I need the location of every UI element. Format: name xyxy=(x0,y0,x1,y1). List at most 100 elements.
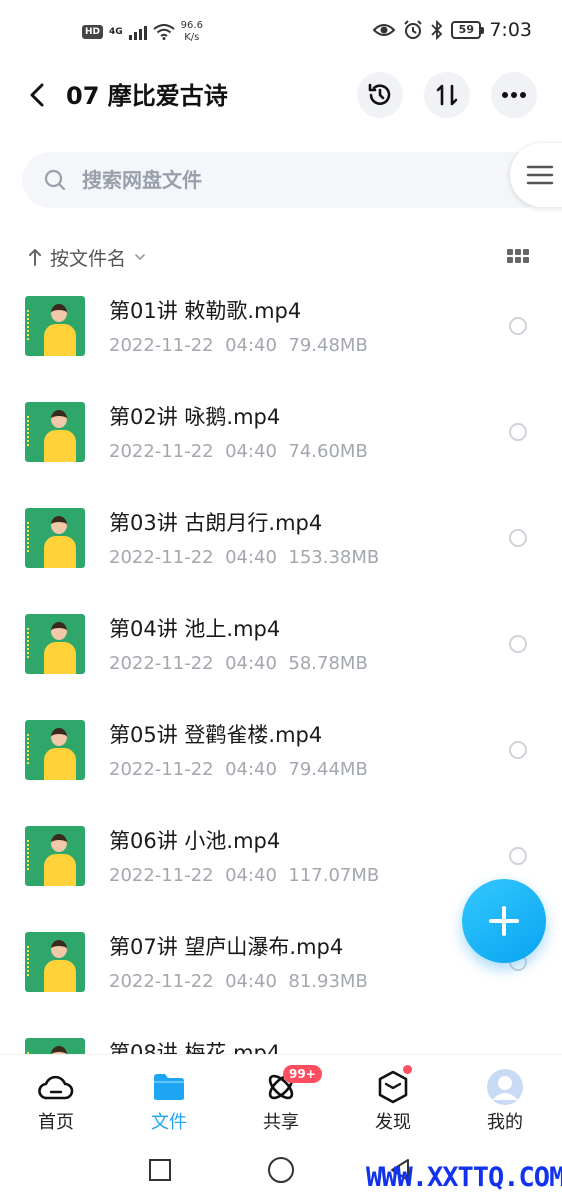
tab-discover[interactable]: 发现 xyxy=(353,1065,433,1141)
signal-icon xyxy=(128,24,147,40)
file-meta: 2022-11-22 04:40 58.78MB xyxy=(109,652,368,676)
chevron-left-icon xyxy=(30,83,44,107)
list-item[interactable]: 第01讲 敕勒歌.mp4 2022-11-22 04:40 79.48MB xyxy=(0,272,562,378)
video-thumbnail xyxy=(25,1038,85,1054)
video-thumbnail xyxy=(25,614,85,674)
list-item[interactable]: 第02讲 咏鹅.mp4 2022-11-22 04:40 74.60MB xyxy=(0,378,562,484)
file-size: 58.78MB xyxy=(288,653,368,674)
sort-order-button[interactable] xyxy=(424,72,470,118)
list-item[interactable]: 第05讲 登鹳雀楼.mp4 2022-11-22 04:40 79.44MB xyxy=(0,696,562,802)
sort-label: 按文件名 xyxy=(50,247,127,270)
file-time: 04:40 xyxy=(225,547,277,568)
file-name: 第04讲 池上.mp4 xyxy=(109,617,281,641)
clock: 7:03 xyxy=(489,19,532,41)
sort-arrows-icon xyxy=(436,84,458,106)
file-name: 第08讲 梅花.mp4 xyxy=(109,1041,281,1054)
back-button[interactable] xyxy=(22,80,52,110)
select-radio[interactable] xyxy=(509,529,527,547)
video-thumbnail xyxy=(25,720,85,780)
more-button[interactable] xyxy=(491,72,537,118)
list-item[interactable]: 第08讲 梅花.mp4 xyxy=(0,1014,562,1054)
file-time: 04:40 xyxy=(225,971,277,992)
file-date: 2022-11-22 xyxy=(109,547,214,568)
avatar-icon xyxy=(487,1069,523,1105)
status-bar: HD 4G 96.6 K/s 59 7:03 xyxy=(0,0,562,62)
file-size: 117.07MB xyxy=(288,865,380,886)
more-dots-icon xyxy=(502,92,526,98)
file-meta: 2022-11-22 04:40 79.48MB xyxy=(109,334,368,358)
hd-indicator: HD xyxy=(82,25,104,39)
file-time: 04:40 xyxy=(225,335,277,356)
file-date: 2022-11-22 xyxy=(109,759,214,780)
page-header: 07 摩比爱古诗 xyxy=(0,62,562,132)
file-date: 2022-11-22 xyxy=(109,971,214,992)
search-bar[interactable] xyxy=(22,152,552,208)
search-icon xyxy=(44,169,66,191)
network-speed: 96.6 K/s xyxy=(181,20,203,44)
file-date: 2022-11-22 xyxy=(109,865,214,886)
notification-badge: 99+ xyxy=(283,1065,322,1083)
recents-square-icon[interactable] xyxy=(148,1158,172,1182)
file-time: 04:40 xyxy=(225,441,277,462)
file-time: 04:40 xyxy=(225,759,277,780)
add-button[interactable] xyxy=(462,879,546,963)
chevron-down-icon xyxy=(135,254,145,261)
file-time: 04:40 xyxy=(225,865,277,886)
history-button[interactable] xyxy=(357,72,403,118)
tab-me[interactable]: 我的 xyxy=(465,1067,545,1141)
file-date: 2022-11-22 xyxy=(109,653,214,674)
page-title: 07 摩比爱古诗 xyxy=(66,82,228,110)
select-radio[interactable] xyxy=(509,423,527,441)
list-item[interactable]: 第04讲 池上.mp4 2022-11-22 04:40 58.78MB xyxy=(0,590,562,696)
arrow-up-icon xyxy=(29,249,41,266)
eye-icon xyxy=(373,24,396,36)
sort-selector[interactable]: 按文件名 xyxy=(28,240,146,274)
select-radio[interactable] xyxy=(509,847,527,865)
hamburger-icon xyxy=(526,165,554,185)
plus-icon xyxy=(489,906,519,936)
network-type: 4G xyxy=(109,26,123,37)
file-meta: 2022-11-22 04:40 153.38MB xyxy=(109,546,379,570)
tab-home[interactable]: 首页 xyxy=(16,1067,96,1141)
file-size: 153.38MB xyxy=(288,547,380,568)
app-screen: HD 4G 96.6 K/s 59 7:03 07 摩比爱古诗 搜索网盘文件 按… xyxy=(0,0,562,1200)
tab-label: 文件 xyxy=(151,1112,187,1133)
status-right: 59 7:03 xyxy=(373,19,532,41)
file-size: 79.48MB xyxy=(288,335,368,356)
tab-label: 首页 xyxy=(38,1112,74,1133)
file-meta: 2022-11-22 04:40 74.60MB xyxy=(109,440,368,464)
list-item[interactable]: 第03讲 古朗月行.mp4 2022-11-22 04:40 153.38MB xyxy=(0,484,562,590)
home-circle-icon[interactable] xyxy=(267,1156,295,1184)
grid-view-icon[interactable] xyxy=(507,249,529,265)
file-name: 第03讲 古朗月行.mp4 xyxy=(109,511,323,535)
bluetooth-icon xyxy=(431,20,443,40)
cube-icon xyxy=(378,1070,408,1104)
file-size: 74.60MB xyxy=(288,441,368,462)
cloud-icon xyxy=(38,1075,74,1100)
video-thumbnail xyxy=(25,296,85,356)
file-date: 2022-11-22 xyxy=(109,335,214,356)
select-radio[interactable] xyxy=(509,741,527,759)
file-name: 第07讲 望庐山瀑布.mp4 xyxy=(109,935,344,959)
wifi-icon xyxy=(153,24,175,40)
file-name: 第01讲 敕勒歌.mp4 xyxy=(109,299,302,323)
search-input[interactable] xyxy=(82,162,482,198)
notification-dot xyxy=(403,1065,412,1074)
network-speed-value: 96.6 xyxy=(180,20,203,31)
status-left: HD 4G 96.6 K/s xyxy=(82,20,203,44)
tab-label: 发现 xyxy=(375,1112,411,1133)
history-icon xyxy=(368,83,391,105)
file-meta: 2022-11-22 04:40 117.07MB xyxy=(109,864,379,888)
select-radio[interactable] xyxy=(509,317,527,335)
tab-label: 共享 xyxy=(263,1112,299,1133)
bottom-tab-bar: 首页 文件 99+ 共享 发现 我的 xyxy=(0,1054,562,1144)
tab-share[interactable]: 99+ 共享 xyxy=(241,1065,322,1141)
file-meta: 2022-11-22 04:40 81.93MB xyxy=(109,970,368,994)
tab-label: 我的 xyxy=(487,1112,523,1133)
file-name: 第06讲 小池.mp4 xyxy=(109,829,281,853)
video-thumbnail xyxy=(25,402,85,462)
file-name: 第05讲 登鹳雀楼.mp4 xyxy=(109,723,323,747)
tab-files[interactable]: 文件 xyxy=(129,1067,209,1141)
file-size: 81.93MB xyxy=(288,971,368,992)
select-radio[interactable] xyxy=(509,635,527,653)
